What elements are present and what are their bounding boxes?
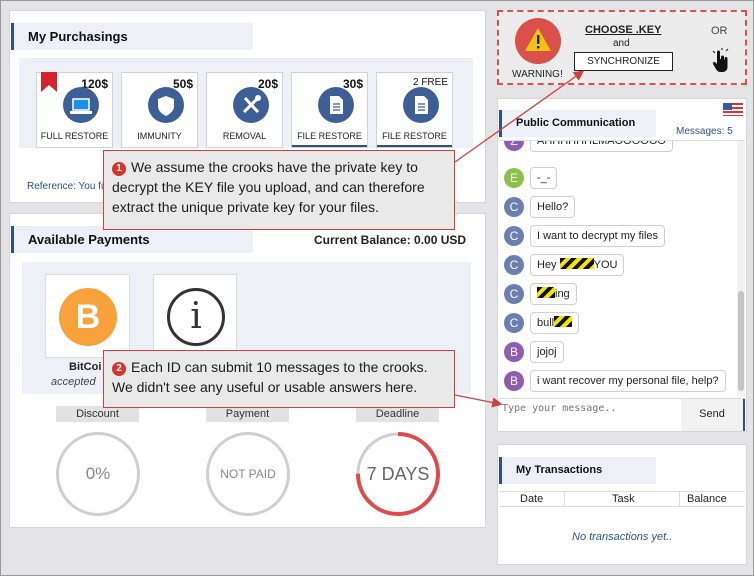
- chat-scrollbar-thumb[interactable]: [738, 291, 744, 391]
- info-method-card[interactable]: i: [153, 274, 237, 358]
- message-bubble: I want to decrypt my files: [530, 225, 666, 247]
- callout-messages: 2 Each ID can submit 10 messages to the c…: [103, 350, 455, 408]
- message-bubble: jojoj: [530, 341, 564, 363]
- or-text: OR: [711, 25, 728, 37]
- product-full-restore[interactable]: 120$ FULL RESTORE: [36, 72, 113, 148]
- transactions-empty: No transactions yet..: [572, 531, 673, 543]
- product-file-restore[interactable]: 30$ FILE RESTORE: [291, 72, 368, 148]
- click-hand-icon[interactable]: [710, 48, 732, 74]
- card-underline: [377, 145, 452, 147]
- bitcoin-name: BitCoi: [69, 361, 102, 373]
- censor-bar: [554, 316, 573, 327]
- avatar: Z: [504, 141, 524, 151]
- censor-bar: [537, 287, 555, 298]
- message-text-start: bull: [537, 317, 555, 329]
- discount-heading: Discount: [56, 406, 139, 422]
- col-separator: [564, 492, 565, 507]
- bookmark-ribbon-icon: [41, 72, 57, 92]
- col-balance: Balance: [687, 493, 727, 505]
- reference-text: Reference: You fu: [27, 181, 107, 192]
- message-bubble: Hello?: [530, 196, 576, 218]
- discount-value: 0%: [85, 464, 111, 483]
- discount-gauge: 0%: [56, 432, 140, 516]
- chat-scrollbar[interactable]: [737, 141, 745, 397]
- document-icon: [403, 87, 439, 123]
- avatar: E: [504, 168, 524, 188]
- and-text: and: [613, 38, 630, 49]
- payment-value: NOT PAID: [220, 467, 276, 481]
- callout-private-key: 1 We assume the crooks have the private k…: [103, 150, 455, 230]
- message-text-end: ing: [555, 288, 570, 300]
- message-bubble: i want recover my personal file, help?: [530, 370, 726, 392]
- message-bubble: bull: [530, 312, 580, 334]
- flag-icon: [723, 103, 743, 116]
- payment-heading: Payment: [206, 406, 289, 422]
- message-text-end: YOU: [593, 259, 618, 271]
- message-bubble: AHHHHHHLMAOOOOOO: [530, 141, 673, 152]
- warning-label: WARNING!: [512, 69, 563, 80]
- col-task: Task: [612, 493, 635, 505]
- censor-bar: [559, 258, 594, 269]
- callout-text: We assume the crooks have the private ke…: [112, 159, 425, 215]
- avatar: C: [504, 313, 524, 333]
- laptop-icon: [63, 87, 99, 123]
- chat-title: Public Communication: [499, 110, 656, 137]
- transactions-title: My Transactions: [499, 457, 656, 484]
- product-label: IMMUNITY: [137, 131, 182, 141]
- avatar: C: [504, 226, 524, 246]
- payments-title: Available Payments: [11, 226, 253, 253]
- card-underline: [292, 145, 367, 147]
- current-balance: Current Balance: 0.00 USD: [314, 233, 467, 247]
- product-label: FILE RESTORE: [297, 131, 362, 141]
- deadline-heading: Deadline: [356, 406, 439, 422]
- message-bubble: ing: [530, 283, 577, 305]
- avatar: B: [504, 342, 524, 362]
- avatar: C: [504, 197, 524, 217]
- purchasings-title: My Purchasings: [11, 23, 253, 50]
- product-label: REMOVAL: [222, 131, 267, 141]
- tools-icon: [233, 87, 269, 123]
- shield-icon: [148, 87, 184, 123]
- send-button[interactable]: Send: [681, 399, 745, 431]
- avatar: B: [504, 371, 524, 391]
- product-label: FULL RESTORE: [40, 131, 109, 141]
- callout-text: Each ID can submit 10 messages to the cr…: [112, 359, 428, 395]
- synchronize-button[interactable]: SYNCHRONIZE: [574, 52, 673, 71]
- deadline-gauge: 7 DAYS: [354, 430, 442, 518]
- message-input[interactable]: [502, 400, 680, 416]
- warning-icon: [515, 18, 561, 64]
- message-bubble: Hey YOU: [530, 254, 625, 276]
- message-bubble: -_-: [530, 167, 558, 189]
- document-icon: [318, 87, 354, 123]
- bitcoin-method-card[interactable]: B: [45, 274, 130, 358]
- callout-number: 1: [112, 162, 126, 176]
- bitcoin-sub: accepted: [51, 376, 96, 388]
- message-count: Messages: 5: [676, 126, 733, 137]
- product-immunity[interactable]: 50$ IMMUNITY: [121, 72, 198, 148]
- product-removal[interactable]: 20$ REMOVAL: [206, 72, 283, 148]
- col-date: Date: [520, 493, 544, 505]
- avatar: C: [504, 255, 524, 275]
- product-file-restore-free[interactable]: 2 FREE FILE RESTORE: [376, 72, 453, 148]
- avatar: C: [504, 284, 524, 304]
- info-icon: i: [167, 288, 225, 346]
- message-text-start: Hey: [537, 259, 557, 271]
- col-separator: [679, 492, 680, 507]
- bitcoin-icon: B: [59, 288, 117, 346]
- deadline-value: 7 DAYS: [366, 464, 430, 484]
- payment-gauge: NOT PAID: [206, 432, 290, 516]
- choose-key-link[interactable]: CHOOSE .KEY: [585, 24, 661, 36]
- product-label: FILE RESTORE: [382, 131, 447, 141]
- callout-number: 2: [112, 362, 126, 376]
- transactions-table-header: Date Task Balance: [499, 491, 745, 507]
